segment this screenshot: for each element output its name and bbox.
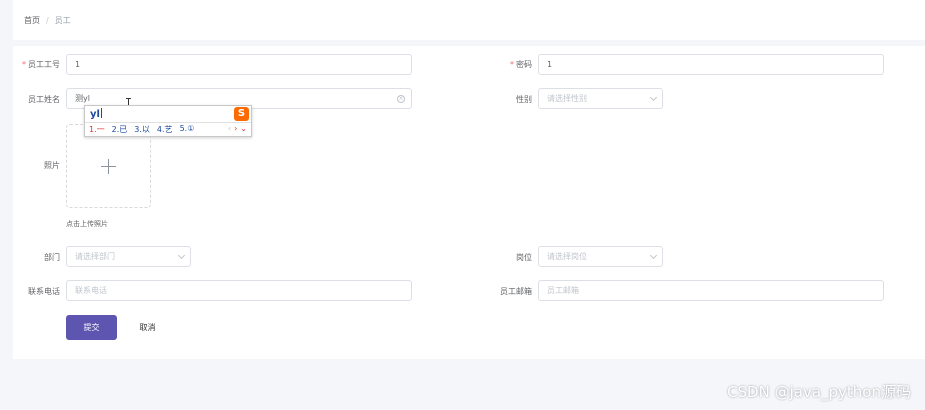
password-label: * 密码	[510, 60, 532, 69]
position-select[interactable]: 请选择岗位	[538, 246, 663, 267]
upload-tip: 点击上传照片	[66, 220, 108, 228]
plus-icon	[101, 158, 116, 174]
breadcrumb-current: 员工	[54, 15, 71, 25]
ime-candidate[interactable]: 4.艺	[157, 124, 173, 135]
email-input[interactable]: 员工邮箱	[538, 280, 884, 301]
ime-candidates: 1.一 2.已 3.以 4.艺 5.①	[89, 124, 194, 135]
breadcrumb: 首页 / 员工	[13, 0, 925, 40]
chevron-down-icon	[649, 93, 658, 101]
watermark: CSDN @java_python源码	[727, 383, 911, 401]
password-input[interactable]: 1	[538, 54, 884, 75]
breadcrumb-home[interactable]: 首页	[24, 15, 40, 26]
email-label: 员工邮箱	[500, 287, 532, 296]
photo-label: 照片	[44, 161, 60, 170]
ime-composition: yl	[90, 108, 102, 120]
phone-label: 联系电话	[28, 287, 60, 296]
ime-candidate-popup: yl S 1.一 2.已 3.以 4.艺 5.① ‹ › ⌄	[84, 105, 252, 137]
breadcrumb-separator: /	[46, 15, 49, 25]
position-label: 岗位	[516, 253, 532, 262]
department-select[interactable]: 请选择部门	[66, 246, 191, 267]
submit-button[interactable]: 提交	[66, 315, 117, 340]
sogou-logo-icon: S	[234, 107, 249, 121]
employee-name-label: 员工姓名	[28, 95, 60, 104]
ime-candidate[interactable]: 5.①	[180, 124, 195, 135]
chevron-right-icon[interactable]: ›	[234, 124, 237, 133]
department-label: 部门	[44, 253, 60, 262]
cancel-button[interactable]: 取消	[125, 315, 170, 340]
ime-nav: ‹ › ⌄	[228, 124, 247, 133]
employee-no-input[interactable]: 1	[66, 54, 412, 75]
ime-candidate[interactable]: 1.一	[89, 124, 105, 135]
employee-no-label: * 员工工号	[22, 60, 60, 69]
chevron-down-icon[interactable]: ⌄	[240, 124, 247, 133]
chevron-left-icon[interactable]: ‹	[228, 124, 231, 133]
chevron-down-icon	[649, 251, 658, 259]
gender-label: 性别	[516, 95, 532, 104]
circle-x-icon[interactable]: ×	[397, 95, 405, 103]
ime-candidate[interactable]: 2.已	[112, 124, 128, 135]
ime-candidate[interactable]: 3.以	[134, 124, 150, 135]
chevron-down-icon	[177, 251, 186, 259]
gender-select[interactable]: 请选择性别	[538, 88, 663, 109]
phone-input[interactable]: 联系电话	[66, 280, 412, 301]
